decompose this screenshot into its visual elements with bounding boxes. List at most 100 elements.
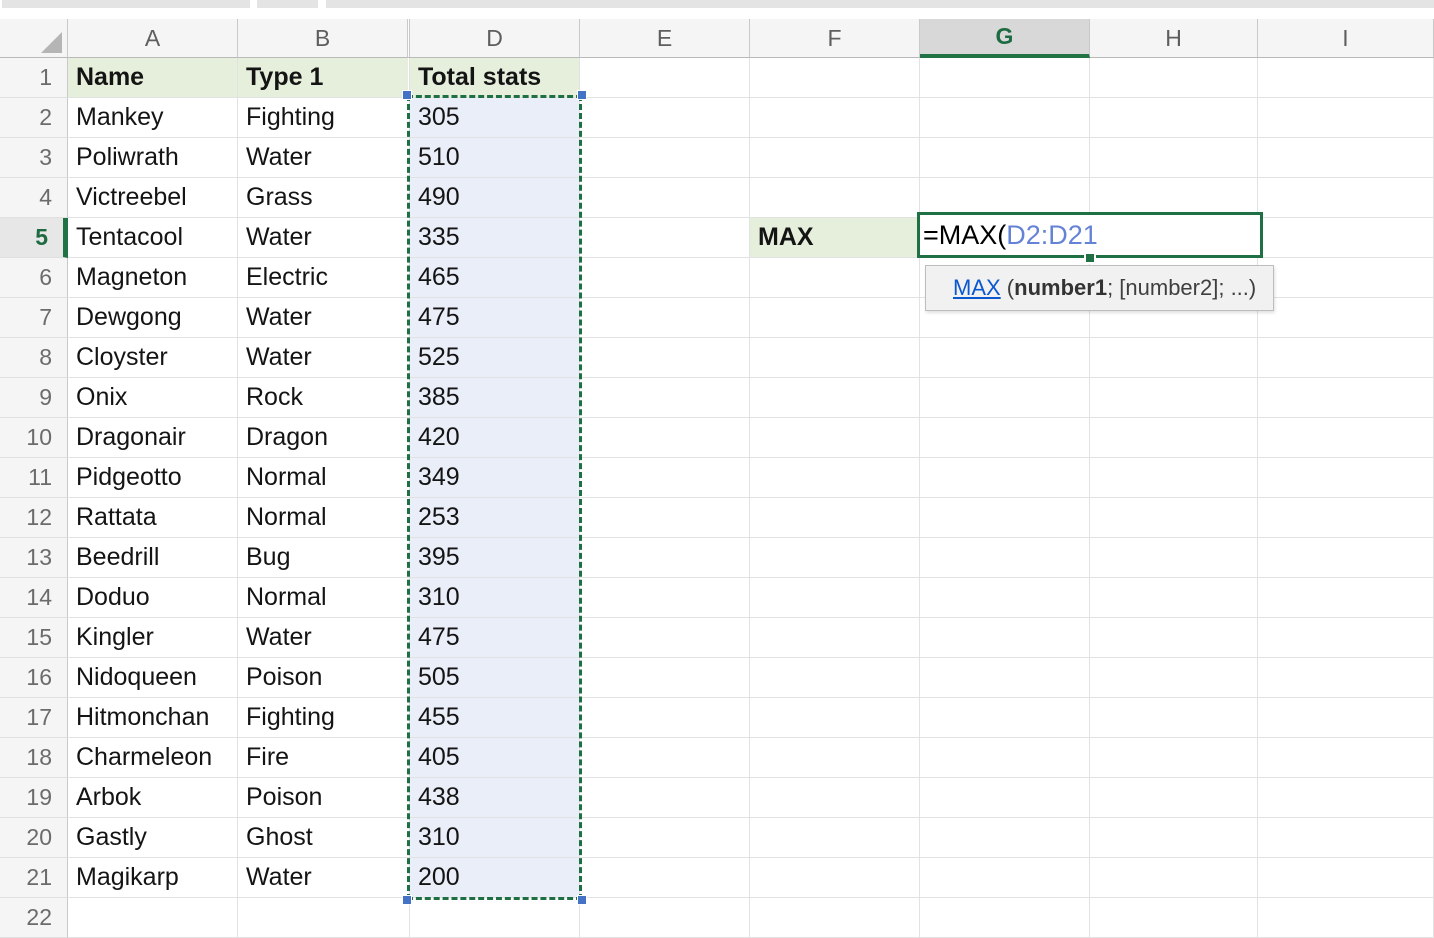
cell-F7[interactable] bbox=[750, 298, 920, 338]
cell-E5[interactable] bbox=[580, 218, 750, 258]
cell-F16[interactable] bbox=[750, 658, 920, 698]
cell-I19[interactable] bbox=[1258, 778, 1434, 818]
cell-A1[interactable]: Name bbox=[68, 58, 238, 98]
cell-G16[interactable] bbox=[920, 658, 1090, 698]
row-header-22[interactable]: 22 bbox=[0, 898, 68, 938]
selection-handle-top-left[interactable] bbox=[402, 90, 412, 100]
cell-I6[interactable] bbox=[1258, 258, 1434, 298]
cell-F14[interactable] bbox=[750, 578, 920, 618]
cell-E22[interactable] bbox=[580, 898, 750, 938]
cell-F1[interactable] bbox=[750, 58, 920, 98]
cell-E11[interactable] bbox=[580, 458, 750, 498]
cell-B9[interactable]: Rock bbox=[238, 378, 408, 418]
selection-handle-bottom-left[interactable] bbox=[402, 895, 412, 905]
cell-A18[interactable]: Charmeleon bbox=[68, 738, 238, 778]
cell-E1[interactable] bbox=[580, 58, 750, 98]
cell-D11[interactable]: 349 bbox=[410, 458, 580, 498]
cell-A3[interactable]: Poliwrath bbox=[68, 138, 238, 178]
cell-F10[interactable] bbox=[750, 418, 920, 458]
row-header-7[interactable]: 7 bbox=[0, 298, 68, 338]
cell-D7[interactable]: 475 bbox=[410, 298, 580, 338]
row-header-3[interactable]: 3 bbox=[0, 138, 68, 178]
column-header-E[interactable]: E bbox=[580, 19, 750, 58]
cell-G1[interactable] bbox=[920, 58, 1090, 98]
selection-handle-bottom-right[interactable] bbox=[577, 895, 587, 905]
cell-H2[interactable] bbox=[1090, 98, 1258, 138]
cell-F19[interactable] bbox=[750, 778, 920, 818]
cell-B4[interactable]: Grass bbox=[238, 178, 408, 218]
cell-G3[interactable] bbox=[920, 138, 1090, 178]
column-header-H[interactable]: H bbox=[1090, 19, 1258, 58]
cell-G20[interactable] bbox=[920, 818, 1090, 858]
cell-D16[interactable]: 505 bbox=[410, 658, 580, 698]
cell-I2[interactable] bbox=[1258, 98, 1434, 138]
cell-A16[interactable]: Nidoqueen bbox=[68, 658, 238, 698]
cell-D18[interactable]: 405 bbox=[410, 738, 580, 778]
cell-F12[interactable] bbox=[750, 498, 920, 538]
cell-H14[interactable] bbox=[1090, 578, 1258, 618]
cell-E14[interactable] bbox=[580, 578, 750, 618]
cell-G13[interactable] bbox=[920, 538, 1090, 578]
cell-E7[interactable] bbox=[580, 298, 750, 338]
cell-I21[interactable] bbox=[1258, 858, 1434, 898]
row-header-1[interactable]: 1 bbox=[0, 58, 68, 98]
cell-A21[interactable]: Magikarp bbox=[68, 858, 238, 898]
cell-A5[interactable]: Tentacool bbox=[68, 218, 238, 258]
cell-B17[interactable]: Fighting bbox=[238, 698, 408, 738]
row-header-10[interactable]: 10 bbox=[0, 418, 68, 458]
cell-E4[interactable] bbox=[580, 178, 750, 218]
cell-A19[interactable]: Arbok bbox=[68, 778, 238, 818]
column-header-G[interactable]: G bbox=[920, 19, 1090, 58]
cell-F20[interactable] bbox=[750, 818, 920, 858]
cell-I8[interactable] bbox=[1258, 338, 1434, 378]
cell-A22[interactable] bbox=[68, 898, 238, 938]
cell-E8[interactable] bbox=[580, 338, 750, 378]
row-header-9[interactable]: 9 bbox=[0, 378, 68, 418]
cell-B12[interactable]: Normal bbox=[238, 498, 408, 538]
cell-E15[interactable] bbox=[580, 618, 750, 658]
cell-D15[interactable]: 475 bbox=[410, 618, 580, 658]
cell-H1[interactable] bbox=[1090, 58, 1258, 98]
cell-H11[interactable] bbox=[1090, 458, 1258, 498]
cell-B11[interactable]: Normal bbox=[238, 458, 408, 498]
cell-H16[interactable] bbox=[1090, 658, 1258, 698]
cell-E17[interactable] bbox=[580, 698, 750, 738]
cell-A6[interactable]: Magneton bbox=[68, 258, 238, 298]
cell-I9[interactable] bbox=[1258, 378, 1434, 418]
column-header-F[interactable]: F bbox=[750, 19, 920, 58]
cell-D5[interactable]: 335 bbox=[410, 218, 580, 258]
cell-G9[interactable] bbox=[920, 378, 1090, 418]
cell-D6[interactable]: 465 bbox=[410, 258, 580, 298]
row-header-12[interactable]: 12 bbox=[0, 498, 68, 538]
cell-A4[interactable]: Victreebel bbox=[68, 178, 238, 218]
cell-A10[interactable]: Dragonair bbox=[68, 418, 238, 458]
cell-D13[interactable]: 395 bbox=[410, 538, 580, 578]
cell-E9[interactable] bbox=[580, 378, 750, 418]
row-header-14[interactable]: 14 bbox=[0, 578, 68, 618]
cell-F9[interactable] bbox=[750, 378, 920, 418]
cell-A17[interactable]: Hitmonchan bbox=[68, 698, 238, 738]
cell-D12[interactable]: 253 bbox=[410, 498, 580, 538]
fill-handle[interactable] bbox=[1084, 252, 1096, 264]
cell-G21[interactable] bbox=[920, 858, 1090, 898]
row-header-19[interactable]: 19 bbox=[0, 778, 68, 818]
selection-handle-top-right[interactable] bbox=[577, 90, 587, 100]
cell-F3[interactable] bbox=[750, 138, 920, 178]
cell-H20[interactable] bbox=[1090, 818, 1258, 858]
cell-E13[interactable] bbox=[580, 538, 750, 578]
function-name-link[interactable]: MAX bbox=[953, 275, 1001, 301]
cell-E2[interactable] bbox=[580, 98, 750, 138]
cell-E3[interactable] bbox=[580, 138, 750, 178]
cell-H12[interactable] bbox=[1090, 498, 1258, 538]
cell-G22[interactable] bbox=[920, 898, 1090, 938]
cell-I1[interactable] bbox=[1258, 58, 1434, 98]
cell-D2[interactable]: 305 bbox=[410, 98, 580, 138]
cell-H8[interactable] bbox=[1090, 338, 1258, 378]
cell-B10[interactable]: Dragon bbox=[238, 418, 408, 458]
cell-I15[interactable] bbox=[1258, 618, 1434, 658]
cell-E19[interactable] bbox=[580, 778, 750, 818]
cell-I20[interactable] bbox=[1258, 818, 1434, 858]
cell-I17[interactable] bbox=[1258, 698, 1434, 738]
cell-A8[interactable]: Cloyster bbox=[68, 338, 238, 378]
cell-D3[interactable]: 510 bbox=[410, 138, 580, 178]
